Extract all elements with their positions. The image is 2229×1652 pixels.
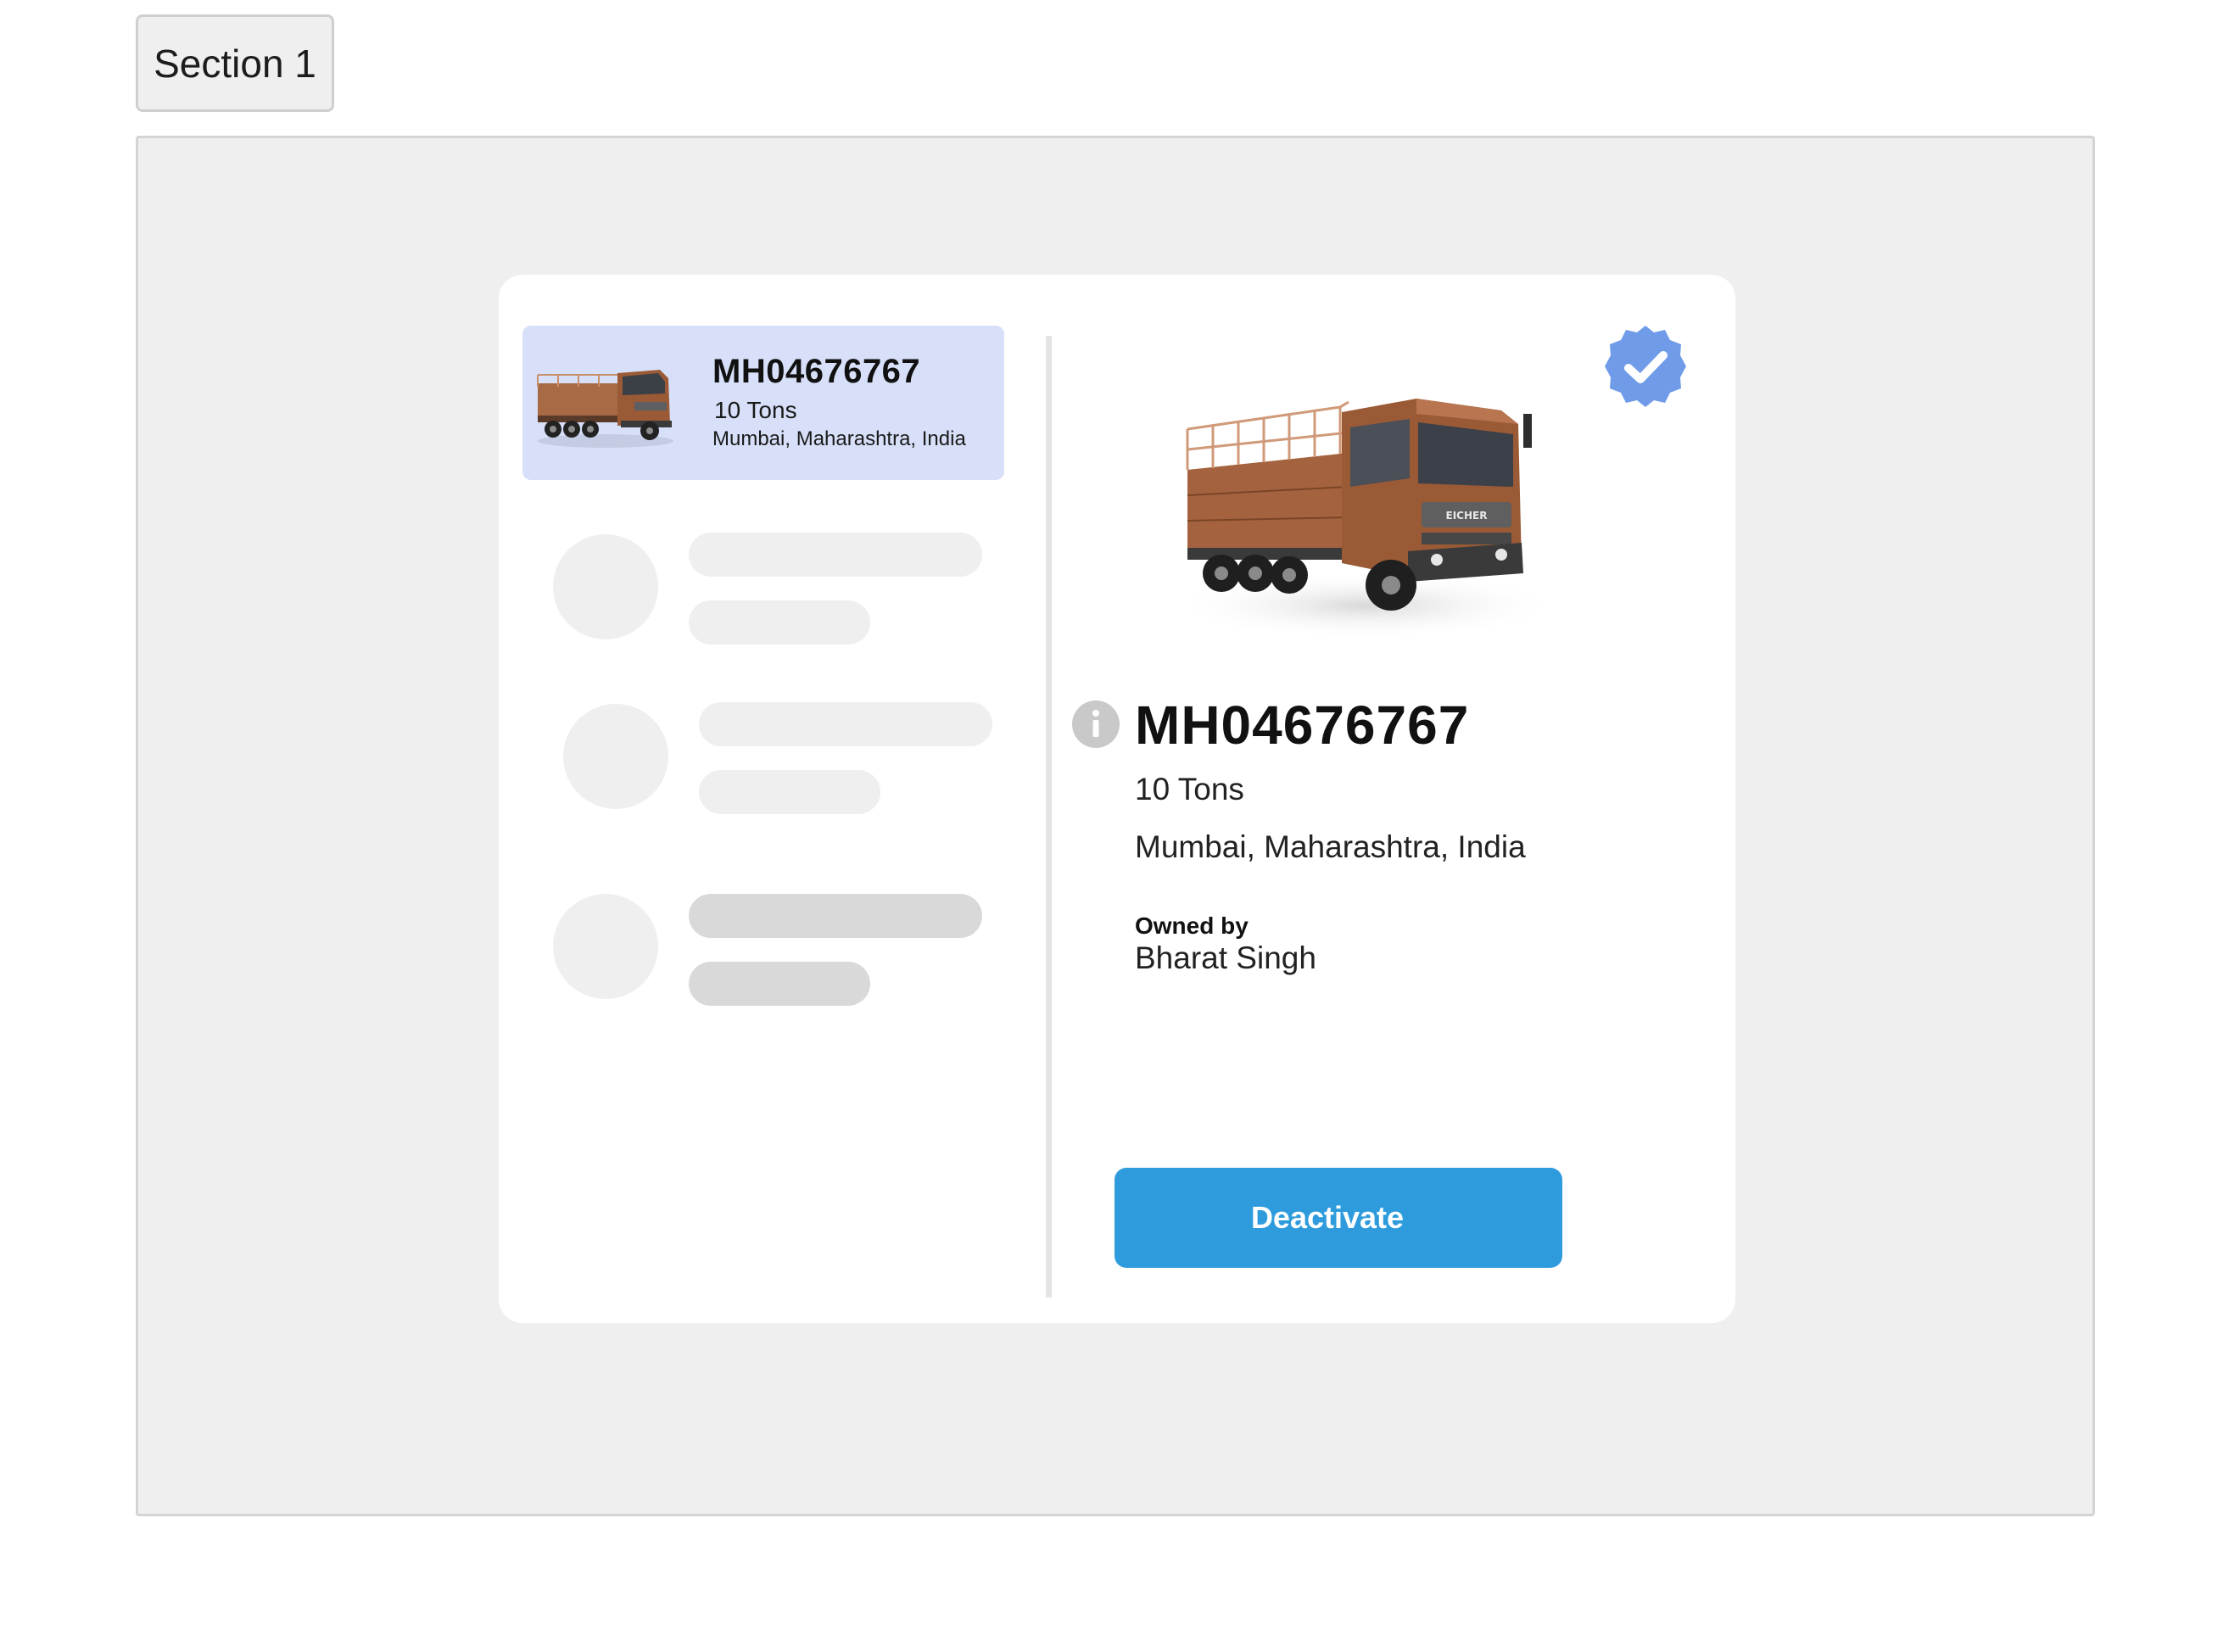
truck-thumbnail: [537, 370, 673, 448]
owned-by-label: Owned by: [1135, 913, 1249, 939]
skeleton-line: [689, 533, 982, 577]
skeleton-avatar: [553, 894, 658, 999]
truck-brand-label: EICHER: [1446, 510, 1488, 522]
panel-divider: [1046, 336, 1052, 1298]
skeleton-line: [689, 600, 870, 645]
owner-name: Bharat Singh: [1135, 940, 1316, 975]
vehicle-card: MH04676767 10 Tons Mumbai, Maharashtra, …: [499, 275, 1735, 1323]
list-item-capacity: 10 Tons: [714, 397, 797, 423]
list-item-location: Mumbai, Maharashtra, India: [712, 427, 966, 450]
list-item-registration: MH04676767: [712, 353, 921, 390]
skeleton-line: [689, 962, 870, 1006]
verified-badge-icon: [1605, 326, 1686, 407]
info-icon[interactable]: [1072, 700, 1120, 748]
deactivate-button[interactable]: Deactivate: [1114, 1168, 1562, 1268]
vehicle-list-item-selected[interactable]: MH04676767 10 Tons Mumbai, Maharashtra, …: [522, 326, 1004, 480]
skeleton-avatar: [553, 534, 658, 639]
skeleton-line: [689, 894, 982, 938]
vehicle-location: Mumbai, Maharashtra, India: [1135, 829, 1526, 864]
vehicle-registration: MH04676767: [1135, 695, 1470, 756]
skeleton-line: [699, 702, 992, 746]
vehicle-capacity: 10 Tons: [1135, 772, 1244, 806]
section-tab[interactable]: Section 1: [136, 14, 334, 112]
truck-image: EICHER: [1170, 399, 1561, 639]
skeleton-line: [699, 770, 880, 814]
skeleton-avatar: [563, 704, 668, 809]
